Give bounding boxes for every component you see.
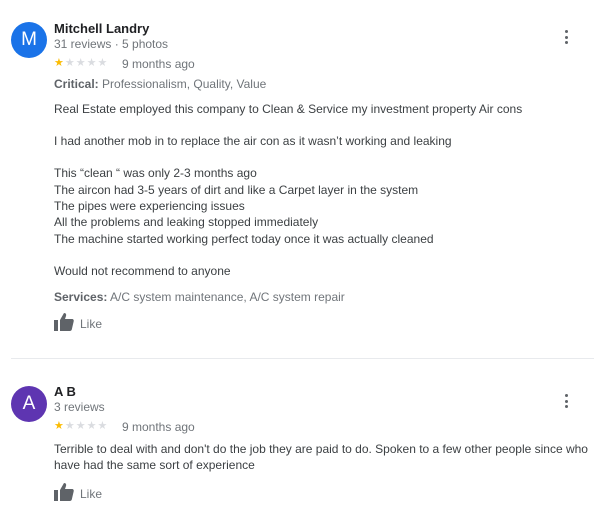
reviewer-name[interactable]: Mitchell Landry [54, 21, 149, 36]
more-options-button[interactable] [560, 392, 572, 410]
thumbs-up-icon [54, 312, 74, 336]
review-text-line: Terrible to deal with and don't do the j… [54, 442, 588, 456]
like-button[interactable]: Like [54, 312, 103, 336]
avatar[interactable]: A [11, 386, 47, 422]
review-time: 9 months ago [122, 57, 195, 71]
review-text-line: The pipes were experiencing issues [54, 199, 245, 213]
services-value: A/C system maintenance, A/C system repai… [110, 290, 345, 304]
review-text-line: Would not recommend to anyone [54, 264, 231, 278]
reviewer-name[interactable]: A B [54, 384, 76, 399]
review-text-line: Real Estate employed this company to Cle… [54, 102, 523, 116]
services-label: Services: [54, 290, 108, 304]
review-text-line: The aircon had 3-5 years of dirt and lik… [54, 183, 419, 197]
reviewer-meta: 3 reviews [54, 400, 105, 414]
critical-value: Professionalism, Quality, Value [102, 77, 267, 91]
review-text-line: have had the same sort of experience [54, 458, 255, 472]
reviewer-meta: 31 reviews · 5 photos [54, 37, 169, 51]
like-label: Like [80, 487, 103, 501]
star-rating: ★★★★★ [54, 420, 109, 432]
avatar[interactable]: M [11, 22, 47, 58]
star-rating: ★★★★★ [54, 57, 109, 69]
review-text-line: This “clean “ was only 2-3 months ago [54, 166, 257, 180]
like-button[interactable]: Like [54, 482, 103, 506]
review-text-line: The machine started working perfect toda… [54, 232, 434, 246]
review-text-line: All the problems and leaking stopped imm… [54, 215, 319, 229]
services-line: Services: A/C system maintenance, A/C sy… [54, 290, 345, 304]
more-options-button[interactable] [560, 28, 572, 46]
review-time: 9 months ago [122, 420, 195, 434]
critical-line: Critical: Professionalism, Quality, Valu… [54, 77, 266, 91]
like-label: Like [80, 317, 103, 331]
critical-label: Critical: [54, 77, 99, 91]
review-text-line: I had another mob in to replace the air … [54, 134, 452, 148]
divider [11, 358, 594, 359]
thumbs-up-icon [54, 482, 74, 506]
